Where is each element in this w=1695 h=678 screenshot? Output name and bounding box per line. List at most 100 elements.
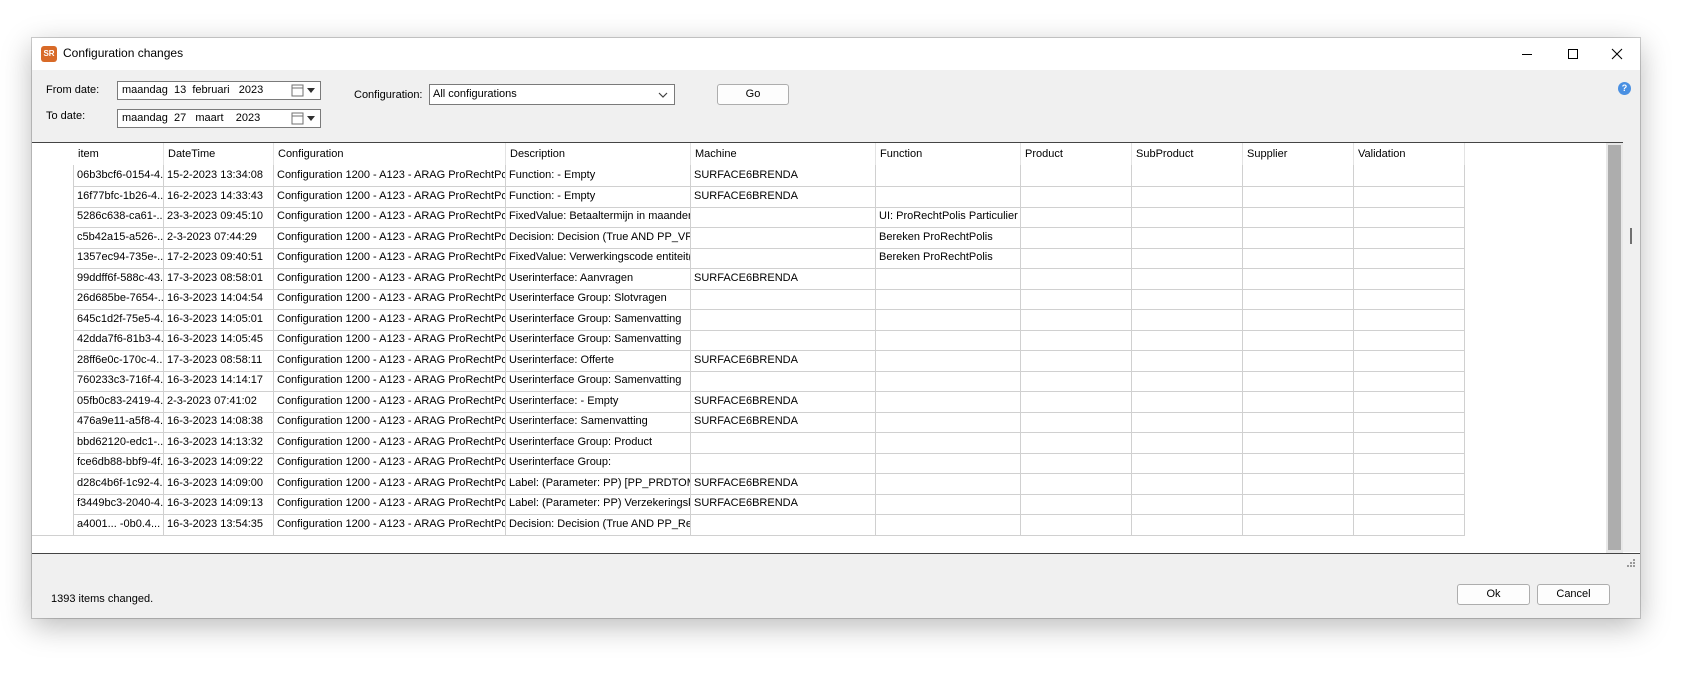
cell-description[interactable]: Userinterface Group: Samenvatting (506, 329, 691, 351)
cell-description[interactable]: Decision: Decision (True AND PP_Ref... (506, 513, 691, 536)
cell-item[interactable]: 1357ec94-735e-... (74, 247, 164, 269)
cell-validation[interactable] (1354, 431, 1465, 454)
cell-product[interactable] (1021, 370, 1132, 392)
cell-datetime[interactable]: 16-3-2023 14:08:38 (164, 411, 274, 433)
cell-supplier[interactable] (1243, 185, 1354, 208)
cell-machine[interactable]: SURFACE6BRENDA (691, 185, 876, 208)
row-header[interactable] (32, 226, 74, 249)
cell-validation[interactable] (1354, 472, 1465, 495)
cell-validation[interactable] (1354, 165, 1465, 187)
cell-item[interactable]: bbd62120-edc1-... (74, 431, 164, 454)
cell-function[interactable] (876, 165, 1021, 187)
cell-subproduct[interactable] (1132, 390, 1243, 413)
cell-item[interactable]: 645c1d2f-75e5-4... (74, 308, 164, 331)
cell-supplier[interactable] (1243, 349, 1354, 372)
cell-machine[interactable] (691, 513, 876, 536)
cell-machine[interactable]: SURFACE6BRENDA (691, 165, 876, 187)
row-header[interactable] (32, 513, 74, 536)
cell-supplier[interactable] (1243, 452, 1354, 474)
outer-scrollbar[interactable] (1623, 142, 1640, 552)
cell-datetime[interactable]: 16-3-2023 14:13:32 (164, 431, 274, 454)
cell-supplier[interactable] (1243, 493, 1354, 515)
cell-product[interactable] (1021, 513, 1132, 536)
cell-subproduct[interactable] (1132, 185, 1243, 208)
cell-validation[interactable] (1354, 349, 1465, 372)
cell-description[interactable]: Userinterface Group: Product (506, 431, 691, 454)
cell-description[interactable]: Function: - Empty (506, 185, 691, 208)
cell-validation[interactable] (1354, 452, 1465, 474)
cell-machine[interactable]: SURFACE6BRENDA (691, 472, 876, 495)
cell-item[interactable]: c5b42a15-a526-... (74, 226, 164, 249)
cell-function[interactable] (876, 431, 1021, 454)
resize-grip-icon[interactable] (1626, 558, 1636, 568)
cell-description[interactable]: Userinterface: Samenvatting (506, 411, 691, 433)
cell-datetime[interactable]: 16-3-2023 14:04:54 (164, 288, 274, 310)
cell-item[interactable]: fce6db88-bbf9-4f... (74, 452, 164, 474)
cell-validation[interactable] (1354, 288, 1465, 310)
cell-validation[interactable] (1354, 226, 1465, 249)
cell-machine[interactable] (691, 247, 876, 269)
cell-item[interactable]: 99ddff6f-588c-43... (74, 267, 164, 290)
table-row[interactable]: 5286c638-ca61-... 23-3-2023 09:45:10 Confi… (32, 206, 1606, 228)
table-row[interactable]: 16f77bfc-1b26-4... 16-2-2023 14:33:43 Conf… (32, 185, 1606, 208)
table-row[interactable]: d28c4b6f-1c92-4... 16-3-2023 14:09:00 Conf… (32, 472, 1606, 495)
cell-subproduct[interactable] (1132, 452, 1243, 474)
cell-description[interactable]: FixedValue: Betaaltermijn in maanden(... (506, 206, 691, 228)
row-header[interactable] (32, 472, 74, 495)
cell-description[interactable]: Userinterface Group: Samenvatting (506, 370, 691, 392)
cell-configuration[interactable]: Configuration 1200 - A123 - ARAG ProRech… (274, 390, 506, 413)
column-header-machine[interactable]: Machine (691, 143, 876, 165)
cell-supplier[interactable] (1243, 370, 1354, 392)
cell-item[interactable]: a4001... -0b0.4... (74, 513, 164, 536)
table-row[interactable]: fce6db88-bbf9-4f... 16-3-2023 14:09:22 Con… (32, 452, 1606, 474)
cell-description[interactable]: FixedValue: Verwerkingscode entiteit(... (506, 247, 691, 269)
cell-validation[interactable] (1354, 267, 1465, 290)
cell-item[interactable]: 16f77bfc-1b26-4... (74, 185, 164, 208)
cell-machine[interactable]: SURFACE6BRENDA (691, 493, 876, 515)
cell-product[interactable] (1021, 185, 1132, 208)
outer-scroll-thumb[interactable] (1630, 228, 1632, 244)
grid-vertical-scrollbar[interactable] (1606, 143, 1623, 553)
cell-supplier[interactable] (1243, 329, 1354, 351)
cell-subproduct[interactable] (1132, 431, 1243, 454)
cell-function[interactable] (876, 329, 1021, 351)
cell-supplier[interactable] (1243, 513, 1354, 536)
column-header-function[interactable]: Function (876, 143, 1021, 165)
cell-configuration[interactable]: Configuration 1200 - A123 - ARAG ProRech… (274, 411, 506, 433)
table-row[interactable]: 1357ec94-735e-... 17-2-2023 09:40:51 Confi… (32, 247, 1606, 269)
cell-subproduct[interactable] (1132, 370, 1243, 392)
cell-function[interactable] (876, 288, 1021, 310)
table-row[interactable]: 28ff6e0c-170c-4... 17-3-2023 08:58:11 Conf… (32, 349, 1606, 372)
cell-subproduct[interactable] (1132, 411, 1243, 433)
cell-datetime[interactable]: 16-3-2023 14:05:45 (164, 329, 274, 351)
cell-machine[interactable] (691, 226, 876, 249)
cell-configuration[interactable]: Configuration 1200 - A123 - ARAG ProRech… (274, 247, 506, 269)
cancel-button[interactable]: Cancel (1537, 584, 1610, 605)
cell-subproduct[interactable] (1132, 206, 1243, 228)
cell-function[interactable] (876, 390, 1021, 413)
row-header[interactable] (32, 329, 74, 351)
cell-validation[interactable] (1354, 370, 1465, 392)
cell-validation[interactable] (1354, 247, 1465, 269)
cell-function[interactable]: UI: ProRechtPolis Particulier ... (876, 206, 1021, 228)
cell-datetime[interactable]: 16-2-2023 14:33:43 (164, 185, 274, 208)
column-header-product[interactable]: Product (1021, 143, 1132, 165)
cell-supplier[interactable] (1243, 267, 1354, 290)
grid-scroll-thumb[interactable] (1608, 145, 1621, 550)
row-header[interactable] (32, 206, 74, 228)
cell-product[interactable] (1021, 226, 1132, 249)
cell-configuration[interactable]: Configuration 1200 - A123 - ARAG ProRech… (274, 472, 506, 495)
cell-subproduct[interactable] (1132, 165, 1243, 187)
cell-datetime[interactable]: 15-2-2023 13:34:08 (164, 165, 274, 187)
cell-datetime[interactable]: 16-3-2023 14:09:22 (164, 452, 274, 474)
cell-machine[interactable]: SURFACE6BRENDA (691, 349, 876, 372)
column-header-configuration[interactable]: Configuration (274, 143, 506, 165)
cell-description[interactable]: Decision: Decision (True AND PP_VR... (506, 226, 691, 249)
cell-datetime[interactable]: 17-2-2023 09:40:51 (164, 247, 274, 269)
cell-description[interactable]: Userinterface Group: Samenvatting (506, 308, 691, 331)
cell-validation[interactable] (1354, 185, 1465, 208)
row-header[interactable] (32, 411, 74, 433)
table-row[interactable]: 645c1d2f-75e5-4... 16-3-2023 14:05:01 Conf… (32, 308, 1606, 331)
cell-machine[interactable]: SURFACE6BRENDA (691, 390, 876, 413)
cell-item[interactable]: 06b3bcf6-0154-4... (74, 165, 164, 187)
